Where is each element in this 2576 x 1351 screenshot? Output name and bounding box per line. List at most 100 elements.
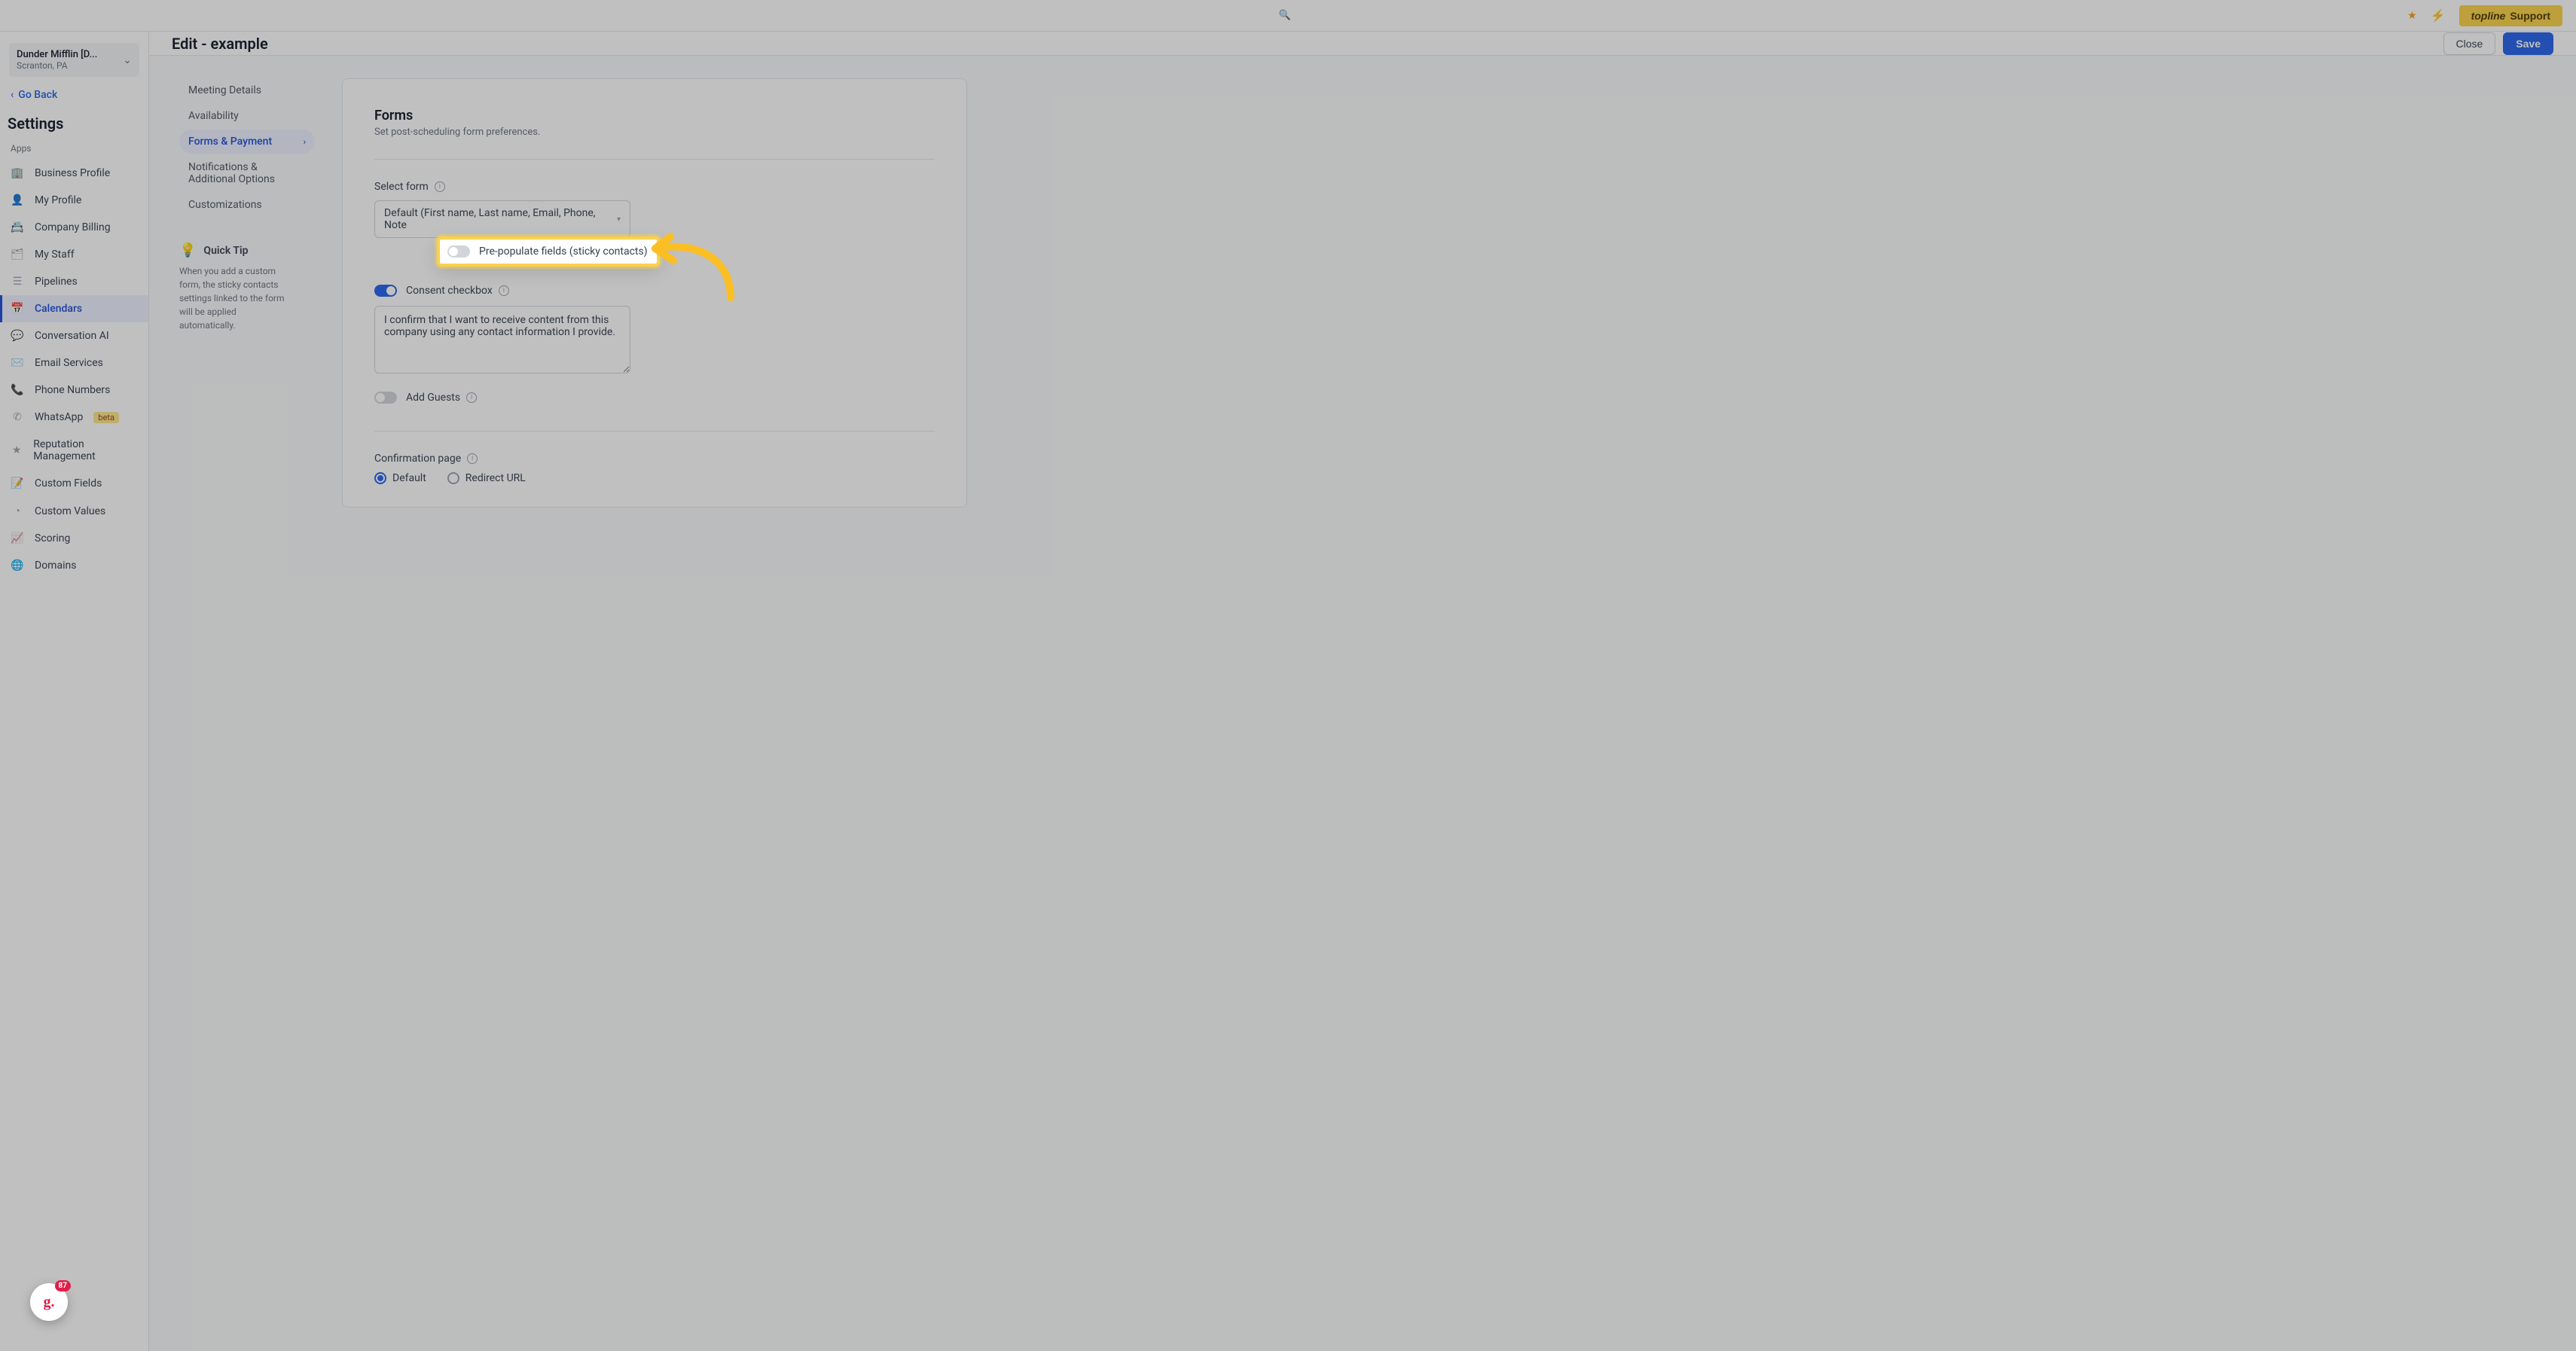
sidebar-item-whatsapp[interactable]: ✆ WhatsApp beta xyxy=(0,404,148,431)
staff-icon: 🗂 xyxy=(11,249,24,261)
badge-count: 87 xyxy=(55,1280,71,1292)
sidebar-item-company-billing[interactable]: 📇Company Billing xyxy=(0,214,148,241)
quick-tip-heading: Quick Tip xyxy=(203,245,248,257)
sidebar-group-apps: Apps xyxy=(0,143,148,160)
select-form-value: Default (First name, Last name, Email, P… xyxy=(384,207,617,231)
tab-label: Customizations xyxy=(188,199,262,211)
add-guests-toggle[interactable] xyxy=(374,392,397,404)
star-icon: ★ xyxy=(11,444,23,456)
support-button[interactable]: topline Support xyxy=(2459,5,2562,26)
callout-arrow-icon xyxy=(640,226,746,309)
consent-checkbox-label: Consent checkbox xyxy=(406,285,493,297)
tab-label: Meeting Details xyxy=(188,84,261,96)
prepopulate-label: Pre-populate fields (sticky contacts) xyxy=(479,245,648,258)
info-icon[interactable]: i xyxy=(467,453,478,464)
sidebar-item-label: Calendars xyxy=(35,303,82,315)
calendar-icon: 📅 xyxy=(11,303,24,315)
add-guests-row: Add Guests i xyxy=(374,386,935,410)
info-icon[interactable]: i xyxy=(499,285,509,296)
prepopulate-toggle[interactable] xyxy=(447,245,470,258)
building-icon: 🏢 xyxy=(11,167,24,179)
radio-redirect-label: Redirect URL xyxy=(465,472,526,484)
confirmation-default-radio[interactable]: Default xyxy=(374,472,426,484)
bolt-icon[interactable]: ⚡ xyxy=(2431,8,2446,23)
sidebar-item-label: Custom Values xyxy=(35,505,105,517)
url-display: 🔍 xyxy=(1274,5,1302,27)
search-glass-icon: 🔍 xyxy=(1274,5,1296,27)
consent-textarea[interactable] xyxy=(374,306,630,374)
scoring-icon: 📈 xyxy=(11,532,24,544)
consent-checkbox-toggle[interactable] xyxy=(374,285,397,297)
divider xyxy=(374,431,935,432)
chat-icon: 💬 xyxy=(11,330,24,342)
grammarly-badge[interactable]: g. 87 xyxy=(30,1283,68,1321)
chevron-down-icon: ⌄ xyxy=(123,54,132,66)
confirmation-page-label: Confirmation page i xyxy=(374,453,935,465)
select-form-dropdown[interactable]: Default (First name, Last name, Email, P… xyxy=(374,200,630,238)
quick-tip-body: When you add a custom form, the sticky c… xyxy=(179,264,292,332)
panel-subtitle: Set post-scheduling form preferences. xyxy=(374,127,935,138)
tab-meeting-details[interactable]: Meeting Details xyxy=(179,78,315,102)
chevron-left-icon: ‹ xyxy=(11,89,14,101)
chevron-right-icon: › xyxy=(304,137,306,147)
main-content: Edit - example Close Save Meeting Detail… xyxy=(149,32,2576,1351)
select-form-label: Select form i xyxy=(374,181,935,193)
sidebar-item-label: Business Profile xyxy=(35,167,110,179)
tab-label: Availability xyxy=(188,110,239,122)
user-icon: 👤 xyxy=(11,194,24,206)
divider xyxy=(374,159,935,160)
account-name: Dunder Mifflin [D... xyxy=(17,49,115,60)
sidebar-item-label: Pipelines xyxy=(35,276,78,288)
sidebar-item-conversation-ai[interactable]: 💬 Conversation AI xyxy=(0,322,148,349)
tab-customizations[interactable]: Customizations xyxy=(179,193,315,217)
save-button[interactable]: Save xyxy=(2503,32,2553,55)
sidebar-item-label: Phone Numbers xyxy=(35,384,110,396)
sidebar-item-label: Company Billing xyxy=(35,221,111,233)
go-back-link[interactable]: ‹ Go Back xyxy=(0,84,148,114)
sidebar-item-email-services[interactable]: ✉️Email Services xyxy=(0,349,148,377)
sidebar-item-phone-numbers[interactable]: 📞 Phone Numbers xyxy=(0,377,148,404)
sidebar-item-label: Conversation AI xyxy=(35,330,109,342)
tab-notifications-additional-options[interactable]: Notifications & Additional Options xyxy=(179,155,315,191)
sidebar-item-label: My Profile xyxy=(35,194,81,206)
sidebar-item-scoring[interactable]: 📈 Scoring xyxy=(0,525,148,552)
prepopulate-highlight: Pre-populate fields (sticky contacts) xyxy=(437,236,660,267)
sidebar-item-domains[interactable]: 🌐 Domains xyxy=(0,552,148,579)
sidebar-item-my-staff[interactable]: 🗂 My Staff xyxy=(0,241,148,268)
radio-default-label: Default xyxy=(392,472,426,484)
radio-unchecked-icon xyxy=(447,472,459,484)
beta-badge: beta xyxy=(93,412,119,423)
confirmation-redirect-radio[interactable]: Redirect URL xyxy=(447,472,526,484)
sidebar-item-calendars[interactable]: 📅 Calendars xyxy=(0,295,148,322)
sidebar-item-my-profile[interactable]: 👤 My Profile xyxy=(0,187,148,214)
settings-heading: Settings xyxy=(0,114,148,143)
sidebar-item-custom-fields[interactable]: 📝Custom Fields xyxy=(0,470,148,497)
radio-checked-icon xyxy=(374,472,386,484)
form-tabs: Meeting Details Availability Forms & Payme… xyxy=(179,78,315,508)
sidebar-item-custom-values[interactable]: ◔Custom Values xyxy=(0,497,148,525)
account-location: Scranton, PA xyxy=(17,60,115,71)
chevron-down-icon: ▾ xyxy=(617,215,621,224)
fields-icon: 📝 xyxy=(11,477,24,489)
phone-icon: 📞 xyxy=(11,384,24,396)
account-switcher[interactable]: Dunder Mifflin [D... Scranton, PA ⌄ xyxy=(9,43,139,77)
domain-icon: 🌐 xyxy=(11,560,24,572)
sidebar-item-label: My Staff xyxy=(35,249,75,261)
sidebar-item-label: Reputation Management xyxy=(33,438,138,462)
settings-sidebar: Dunder Mifflin [D... Scranton, PA ⌄ ‹ Go… xyxy=(0,32,149,1351)
add-guests-label: Add Guests xyxy=(406,392,460,404)
sidebar-item-pipelines[interactable]: ☰Pipelines xyxy=(0,268,148,295)
tab-availability[interactable]: Availability xyxy=(179,104,315,128)
favorite-star-icon[interactable]: ★ xyxy=(2407,10,2417,22)
sidebar-item-label: Scoring xyxy=(35,532,70,544)
panel-title: Forms xyxy=(374,108,935,124)
close-button[interactable]: Close xyxy=(2443,32,2496,55)
sidebar-item-reputation-management[interactable]: ★ Reputation Management xyxy=(0,431,148,470)
sidebar-item-label: WhatsApp xyxy=(35,411,83,423)
info-icon[interactable]: i xyxy=(466,392,477,403)
sidebar-item-label: Domains xyxy=(35,560,76,572)
info-icon[interactable]: i xyxy=(435,181,445,192)
whatsapp-icon: ✆ xyxy=(11,411,24,423)
tab-forms-payment[interactable]: Forms & Payment› xyxy=(179,130,315,154)
sidebar-item-business-profile[interactable]: 🏢 Business Profile xyxy=(0,160,148,187)
